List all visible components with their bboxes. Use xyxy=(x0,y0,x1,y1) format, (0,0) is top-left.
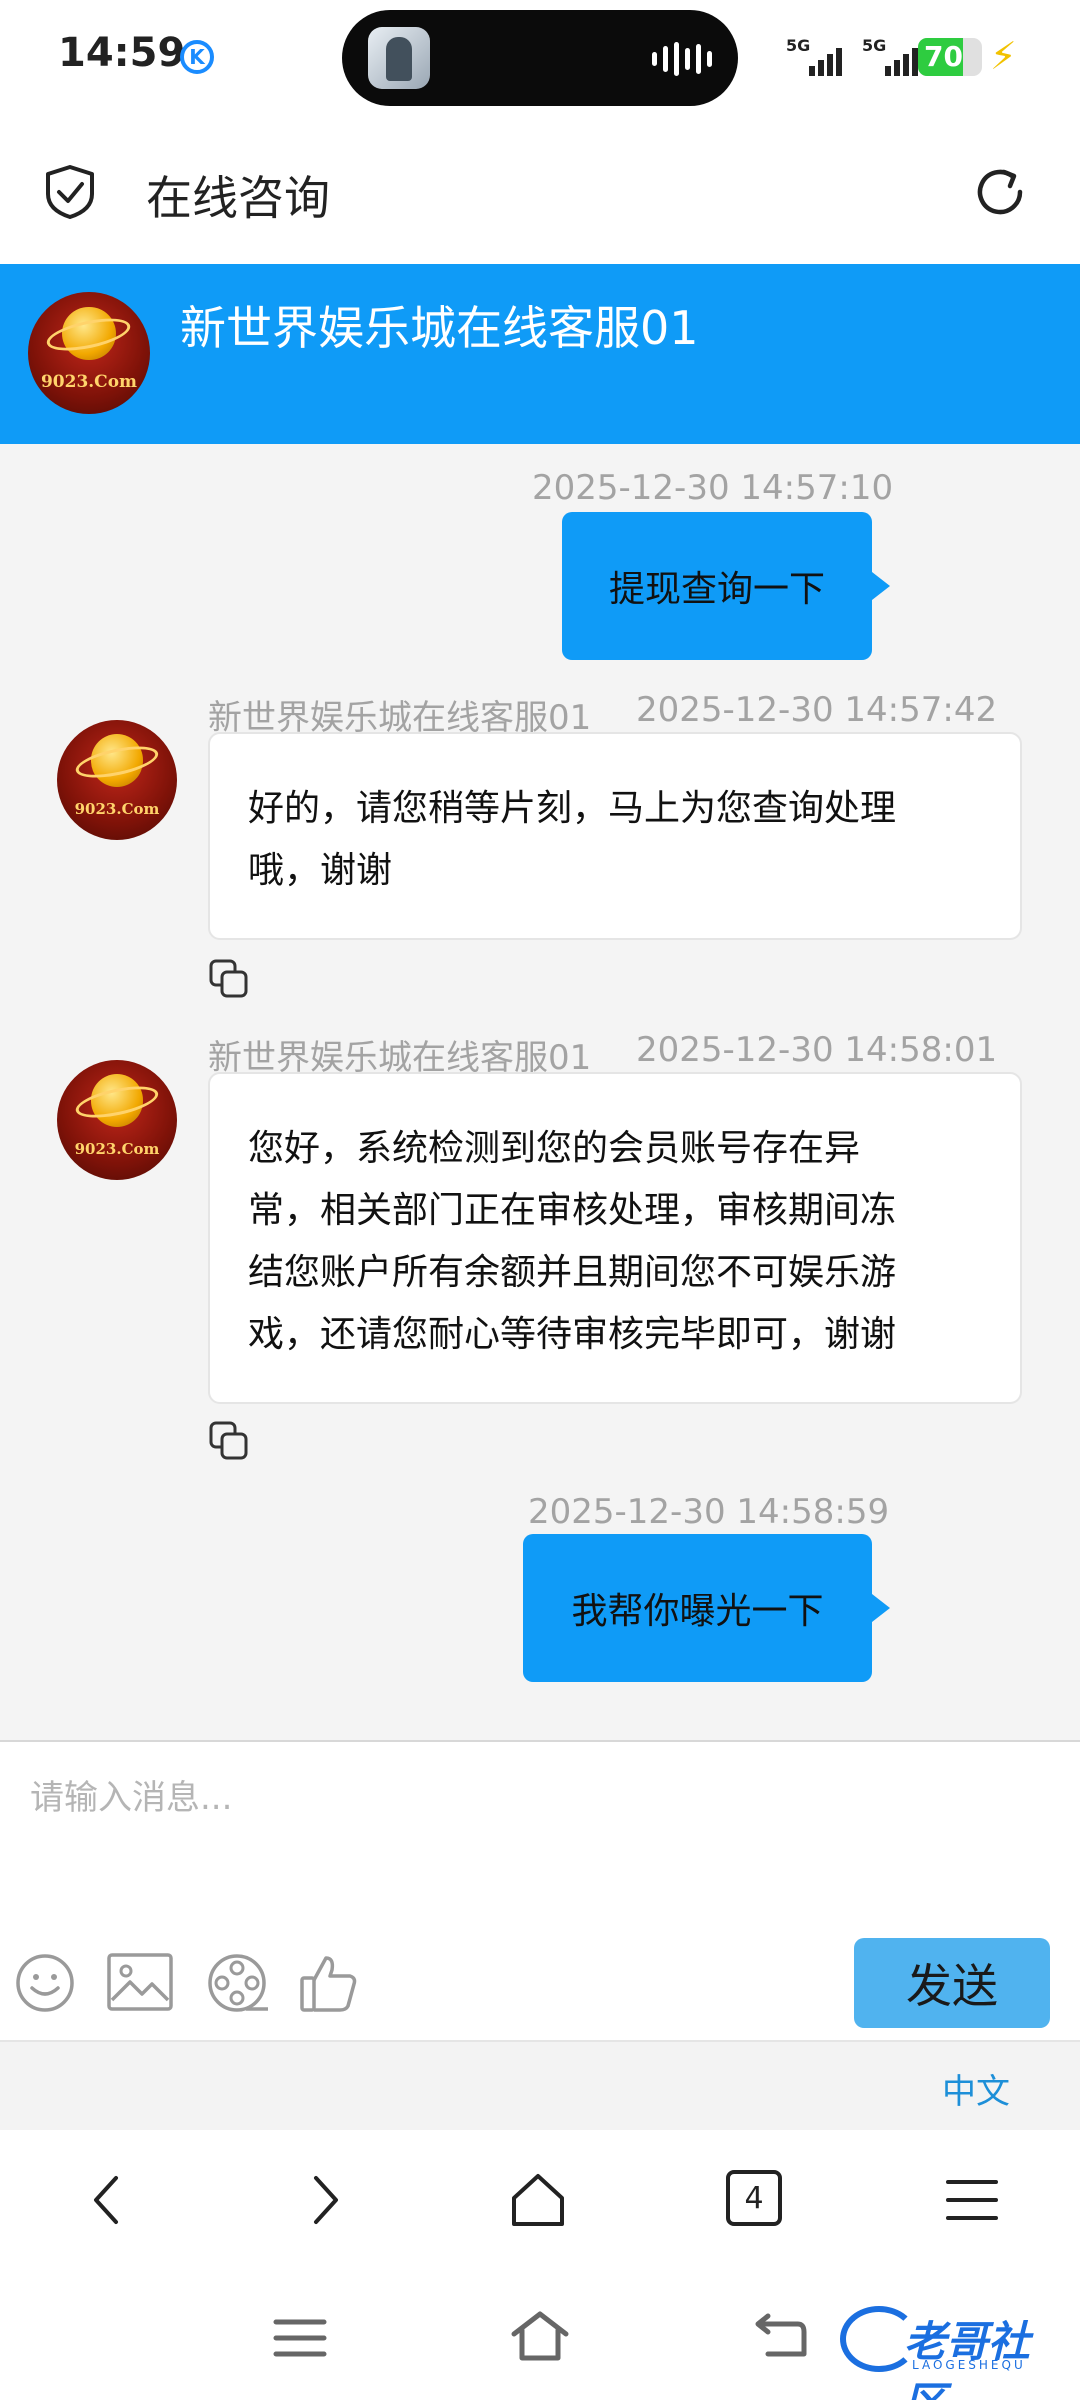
media-thumbnail xyxy=(368,27,430,89)
message-list[interactable]: 2025-12-30 14:57:10 提现查询一下 9023.Com 新世界娱… xyxy=(0,444,1080,1740)
agent-name: 新世界娱乐城在线客服01 xyxy=(180,301,699,355)
status-bar: 14:59 K 5G 5G 70 ⚡ xyxy=(0,0,1080,120)
message-line: 结您账户所有余额并且期间您不可娱乐游 xyxy=(248,1252,897,1293)
battery-icon: 70 xyxy=(918,38,982,76)
browser-toolbar: 4 xyxy=(0,2130,1080,2270)
message-input[interactable]: 请输入消息... xyxy=(30,1770,232,1819)
message-timestamp: 2025-12-30 14:58:01 xyxy=(636,1030,998,1070)
status-time: 14:59 xyxy=(58,30,186,76)
message-line: 好的，请您稍等片刻，马上为您查询处理 xyxy=(248,788,897,829)
home-icon[interactable] xyxy=(508,2170,568,2230)
chat-header: 9023.Com 新世界娱乐城在线客服01 xyxy=(0,264,1080,444)
app-header: 在线咨询 xyxy=(0,120,1080,264)
emoji-icon[interactable] xyxy=(14,1952,76,2014)
message-line: 戏，还请您耐心等待审核完毕即可，谢谢 xyxy=(248,1314,897,1355)
language-link[interactable]: 中文 xyxy=(942,2064,1010,2113)
charging-icon: ⚡ xyxy=(990,34,1017,78)
outgoing-message[interactable]: 我帮你曝光一下 xyxy=(523,1534,890,1682)
watermark-logo: 老哥社区 LAOGESHEQU xyxy=(840,2302,1065,2400)
message-line: 哦，谢谢 xyxy=(248,850,393,891)
agent-avatar: 9023.Com xyxy=(57,720,177,840)
message-timestamp: 2025-12-30 14:57:42 xyxy=(636,690,998,730)
refresh-icon[interactable] xyxy=(970,162,1030,222)
agent-avatar: 9023.Com xyxy=(28,292,150,414)
menu-icon[interactable] xyxy=(942,2170,1002,2230)
image-icon[interactable] xyxy=(106,1952,174,2012)
agent-avatar: 9023.Com xyxy=(57,1060,177,1180)
signal-indicators: 5G 5G xyxy=(786,36,918,76)
message-timestamp: 2025-12-30 14:58:59 xyxy=(528,1492,890,1532)
message-line: 常，相关部门正在审核处理，审核期间冻 xyxy=(248,1190,897,1231)
signal-icon-sim2: 5G xyxy=(862,36,918,76)
signal-icon-sim1: 5G xyxy=(786,36,842,76)
battery-level: 70 xyxy=(924,40,963,73)
forward-icon[interactable] xyxy=(294,2170,354,2230)
watermark-text: 老哥社区 xyxy=(904,2317,1031,2400)
page-title: 在线咨询 xyxy=(146,171,330,225)
shield-check-icon[interactable] xyxy=(44,164,96,220)
watermark-subtext: LAOGESHEQU xyxy=(912,2358,1026,2372)
message-line: 您好，系统检测到您的会员账号存在异 xyxy=(248,1128,861,1169)
audio-wave-icon xyxy=(652,42,712,76)
system-home-icon[interactable] xyxy=(508,2308,572,2364)
outgoing-message[interactable]: 提现查询一下 xyxy=(562,512,890,660)
incoming-message[interactable]: 您好，系统检测到您的会员账号存在异 常，相关部门正在审核处理，审核期间冻 结您账… xyxy=(208,1072,1022,1404)
thumbs-up-icon[interactable] xyxy=(298,1952,360,2014)
system-navigation: 老哥社区 LAOGESHEQU xyxy=(0,2270,1080,2400)
incoming-message[interactable]: 好的，请您稍等片刻，马上为您查询处理 哦，谢谢 xyxy=(208,732,1022,940)
copy-icon[interactable] xyxy=(208,1420,250,1462)
recent-apps-icon[interactable] xyxy=(272,2316,328,2360)
composer: 请输入消息... 发送 xyxy=(0,1740,1080,2040)
back-icon[interactable] xyxy=(78,2170,138,2230)
language-bar: 中文 xyxy=(0,2040,1080,2130)
copy-icon[interactable] xyxy=(208,958,250,1000)
message-timestamp: 2025-12-30 14:57:10 xyxy=(532,468,894,508)
send-button[interactable]: 发送 xyxy=(854,1938,1050,2028)
video-reel-icon[interactable] xyxy=(206,1952,270,2014)
tabs-icon[interactable]: 4 xyxy=(726,2170,782,2226)
system-back-icon[interactable] xyxy=(752,2310,808,2360)
k-badge-icon: K xyxy=(180,40,214,74)
dynamic-island[interactable] xyxy=(342,10,738,106)
